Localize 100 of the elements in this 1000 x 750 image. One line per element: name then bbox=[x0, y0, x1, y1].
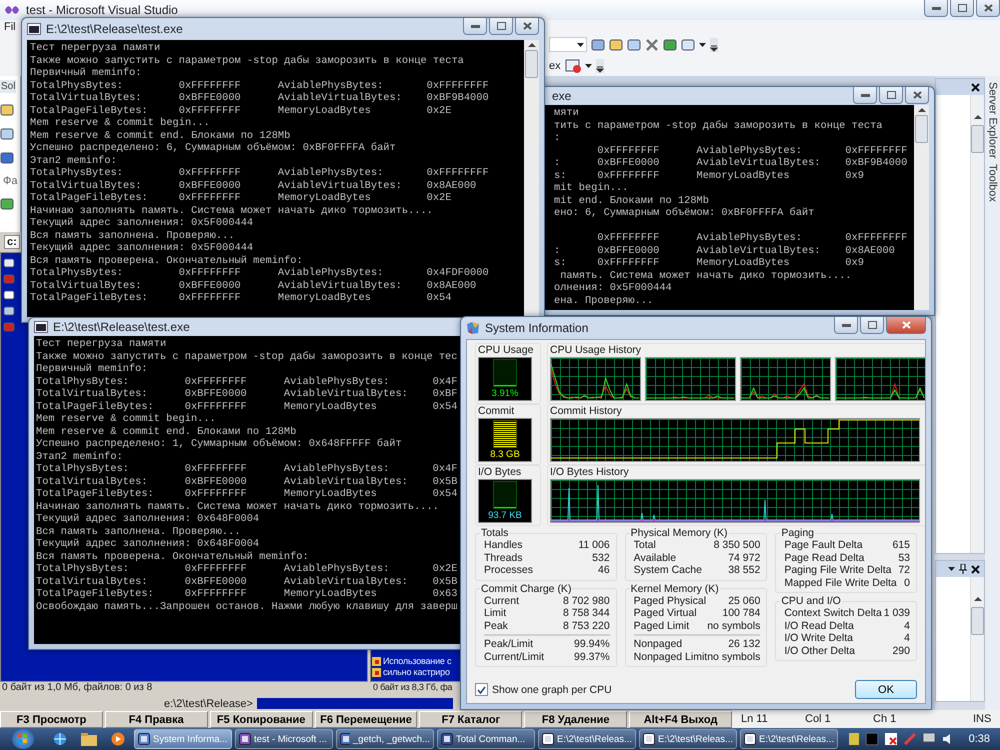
console-line: ена. Проверяю... bbox=[554, 294, 654, 307]
taskbar-button[interactable]: Total Comman... bbox=[437, 729, 535, 749]
stat-value: 8 753 220 bbox=[562, 620, 610, 632]
stat-label: System Cache bbox=[634, 564, 702, 576]
console-line: Вся память проверена. Окончательный meminfo: bbox=[30, 254, 303, 267]
stat-label: Available bbox=[634, 552, 676, 564]
history-label: I/O Bytes History bbox=[550, 466, 630, 478]
console-line: TotalPhysBytes: 0xFFFFFFFF AviablePhysBytes: 0x4F bbox=[36, 376, 458, 388]
console-line: Вся память заполнена. Проверяю... bbox=[30, 230, 235, 242]
stat-value: no symbols bbox=[707, 650, 760, 663]
stat-label: I/O Read Delta bbox=[784, 620, 854, 632]
stat-label: Paging File Write Delta bbox=[784, 564, 892, 576]
function-key-button[interactable]: F7 Каталог bbox=[419, 711, 522, 728]
console-line: TotalVirtualBytes: 0xBFFE0000 AviableVirtualBytes: 0x5B bbox=[36, 576, 458, 588]
menu-item[interactable]: Fil bbox=[4, 21, 16, 33]
console-line: Mem reserve & commit begin... bbox=[36, 413, 216, 426]
console-line: TotalPhysBytes: 0xFFFFFFFF AviablePhysBytes: 0xFFFFFFFF bbox=[30, 167, 489, 180]
clock-text: 0:38 bbox=[968, 733, 990, 745]
ok-button[interactable]: OK bbox=[855, 680, 917, 699]
stat-label: Paged Limit bbox=[634, 620, 690, 632]
stat-value: 8 758 344 bbox=[562, 607, 610, 620]
history-label: CPU Usage History bbox=[550, 344, 642, 356]
stat-label: Mapped File Write Delta bbox=[784, 576, 897, 589]
console-line: TotalPageFileBytes: 0xFFFFFFFF MemoryLoadBytes 0x2E bbox=[30, 104, 452, 117]
function-key-button[interactable]: Alt+F4 Выход bbox=[629, 711, 732, 728]
console-line: Освобождаю память...Запрошен останов. Нажми любую клавишу для заверш bbox=[36, 600, 458, 613]
checkbox-label: Show one graph per CPU bbox=[492, 684, 613, 696]
stat-label: Peak bbox=[484, 620, 508, 632]
dock-tab[interactable]: Server Explorer bbox=[986, 82, 998, 158]
console-line: Этап2 meminfo: bbox=[30, 154, 117, 167]
console-line: Также можно запустить с параметром -stop дабы заморозить в конце тес bbox=[36, 350, 458, 363]
console-line: Первичный meminfo: bbox=[30, 67, 142, 80]
console-line: TotalPageFileBytes: 0xFFFFFFFF MemoryLoadBytes 0x63 bbox=[36, 588, 458, 600]
function-key-button[interactable]: F3 Просмотр bbox=[0, 711, 103, 728]
group-title: Physical Memory (K) bbox=[630, 527, 729, 539]
console-line: 0xFFFFFFFF AviablePhysBytes: 0xFFFFFFFF bbox=[596, 232, 908, 244]
console-line: TotalPageFileBytes: 0xFFFFFFFF MemoryLoadBytes 0x54 bbox=[30, 292, 452, 304]
stat-label: Handles bbox=[484, 539, 523, 552]
group-title: Kernel Memory (K) bbox=[630, 582, 720, 594]
console-line: s: 0xFFFFFFFF MemoryLoadBytes 0x9 bbox=[554, 170, 864, 182]
stat-value: 290 bbox=[892, 644, 910, 657]
console-line: память. Система может начать дико тормозить.... bbox=[559, 270, 852, 282]
taskbar-button[interactable]: test - Microsoft ... bbox=[235, 729, 333, 749]
stat-label: Context Switch Delta bbox=[784, 607, 882, 620]
console-line: Mem reserve & commit begin... bbox=[30, 117, 210, 130]
taskbar-button[interactable]: E:\2\test\Releas... bbox=[639, 729, 737, 749]
toolbar-label: ex bbox=[549, 60, 561, 72]
stat-label: Peak/Limit bbox=[484, 638, 534, 650]
console-line: Текущий адрес заполнения: 0x5F000444 bbox=[30, 242, 254, 254]
stat-label: Threads bbox=[484, 552, 523, 564]
stat-value: 99.94% bbox=[574, 638, 610, 650]
stat-value: 4 bbox=[904, 632, 910, 644]
status-text: Col 1 bbox=[805, 713, 832, 725]
console-line: ено: 6, Суммарным объёмом: 0xBF0FFFFA байт bbox=[554, 207, 814, 220]
window-title: E:\2\test\Release\test.exe bbox=[53, 320, 191, 334]
console-line: Текущий адрес заполнения: 0x648F0004 bbox=[36, 538, 260, 550]
stat-value: 100 784 bbox=[722, 607, 760, 620]
console-line: Mem reserve & commit end. Блоками по 128Mb bbox=[30, 130, 290, 142]
stat-label: Paged Virtual bbox=[634, 607, 697, 620]
stat-value: 8 350 500 bbox=[714, 539, 760, 552]
console-line: Тест перегруза памяти bbox=[30, 42, 160, 54]
window-title: test - Microsoft Visual Studio bbox=[26, 3, 179, 17]
panel-tab[interactable]: Sol bbox=[0, 80, 16, 93]
dock-tab[interactable]: Toolbox bbox=[986, 164, 998, 202]
console-line: : 0xBFFE0000 AviableVirtualBytes: 0x8AE000 bbox=[554, 244, 895, 257]
console-line: TotalVirtualBytes: 0xBFFE0000 AviableVirtualBytes: 0x8AE000 bbox=[30, 180, 476, 192]
window-title: exe bbox=[552, 89, 572, 103]
stat-value: 532 bbox=[592, 552, 610, 564]
path-text: e:\2\test\Release> bbox=[164, 698, 253, 710]
console-line: мяти bbox=[554, 107, 579, 120]
stat-value: 53 bbox=[898, 552, 910, 564]
stat-label: Total bbox=[634, 539, 656, 552]
taskbar-button[interactable]: E:\2\test\Releas... bbox=[740, 729, 838, 749]
stat-label: Page Fault Delta bbox=[784, 539, 863, 552]
taskbar-button[interactable]: E:\2\test\Releas... bbox=[538, 729, 636, 749]
function-key-button[interactable]: F5 Копирование bbox=[210, 711, 313, 728]
console-line: олнения: 0x5F000444 bbox=[554, 282, 672, 294]
console-line: TotalPhysBytes: 0xFFFFFFFF AviablePhysBytes: 0xFFFFFFFF bbox=[30, 80, 489, 92]
function-key-button[interactable]: F8 Удаление bbox=[524, 711, 628, 728]
stat-value: 46 bbox=[598, 564, 610, 576]
function-key-button[interactable]: F4 Правка bbox=[104, 711, 208, 728]
console-line: Успешно распределено: 6, Суммарным объёмом: 0xBF0FFFFA байт bbox=[30, 142, 396, 154]
stat-value: 4 bbox=[904, 620, 910, 632]
console-line: тить с параметром -stop дабы заморозить в конце теста bbox=[554, 120, 882, 132]
console-line: 0xFFFFFFFF AviablePhysBytes: 0xFFFFFFFF bbox=[596, 144, 908, 157]
console-line: TotalPageFileBytes: 0xFFFFFFFF MemoryLoadBytes 0x2E bbox=[30, 192, 452, 204]
function-key-button[interactable]: F6 Перемещение bbox=[314, 711, 418, 728]
console-line: Текущий адрес заполнения: 0x5F000444 bbox=[30, 217, 254, 230]
meter-reading: 8.3 GB bbox=[490, 449, 520, 460]
stat-value: 38 552 bbox=[728, 564, 760, 576]
drive-button[interactable]: c: bbox=[4, 235, 20, 249]
stat-label: Current bbox=[484, 594, 520, 607]
taskbar-button[interactable]: _getch, _getwch... bbox=[336, 729, 434, 749]
status-text: INS bbox=[973, 713, 992, 725]
console-line: Вся память проверена. Окончательный meminfo: bbox=[36, 550, 309, 563]
stat-label: Paged Physical bbox=[634, 594, 706, 607]
stat-value: 25 060 bbox=[728, 594, 760, 607]
stat-value: 72 bbox=[898, 564, 910, 576]
stat-label: Current/Limit bbox=[484, 650, 544, 663]
console-line: Также можно запустить с параметром -stop дабы заморозить в конце теста bbox=[30, 54, 464, 67]
